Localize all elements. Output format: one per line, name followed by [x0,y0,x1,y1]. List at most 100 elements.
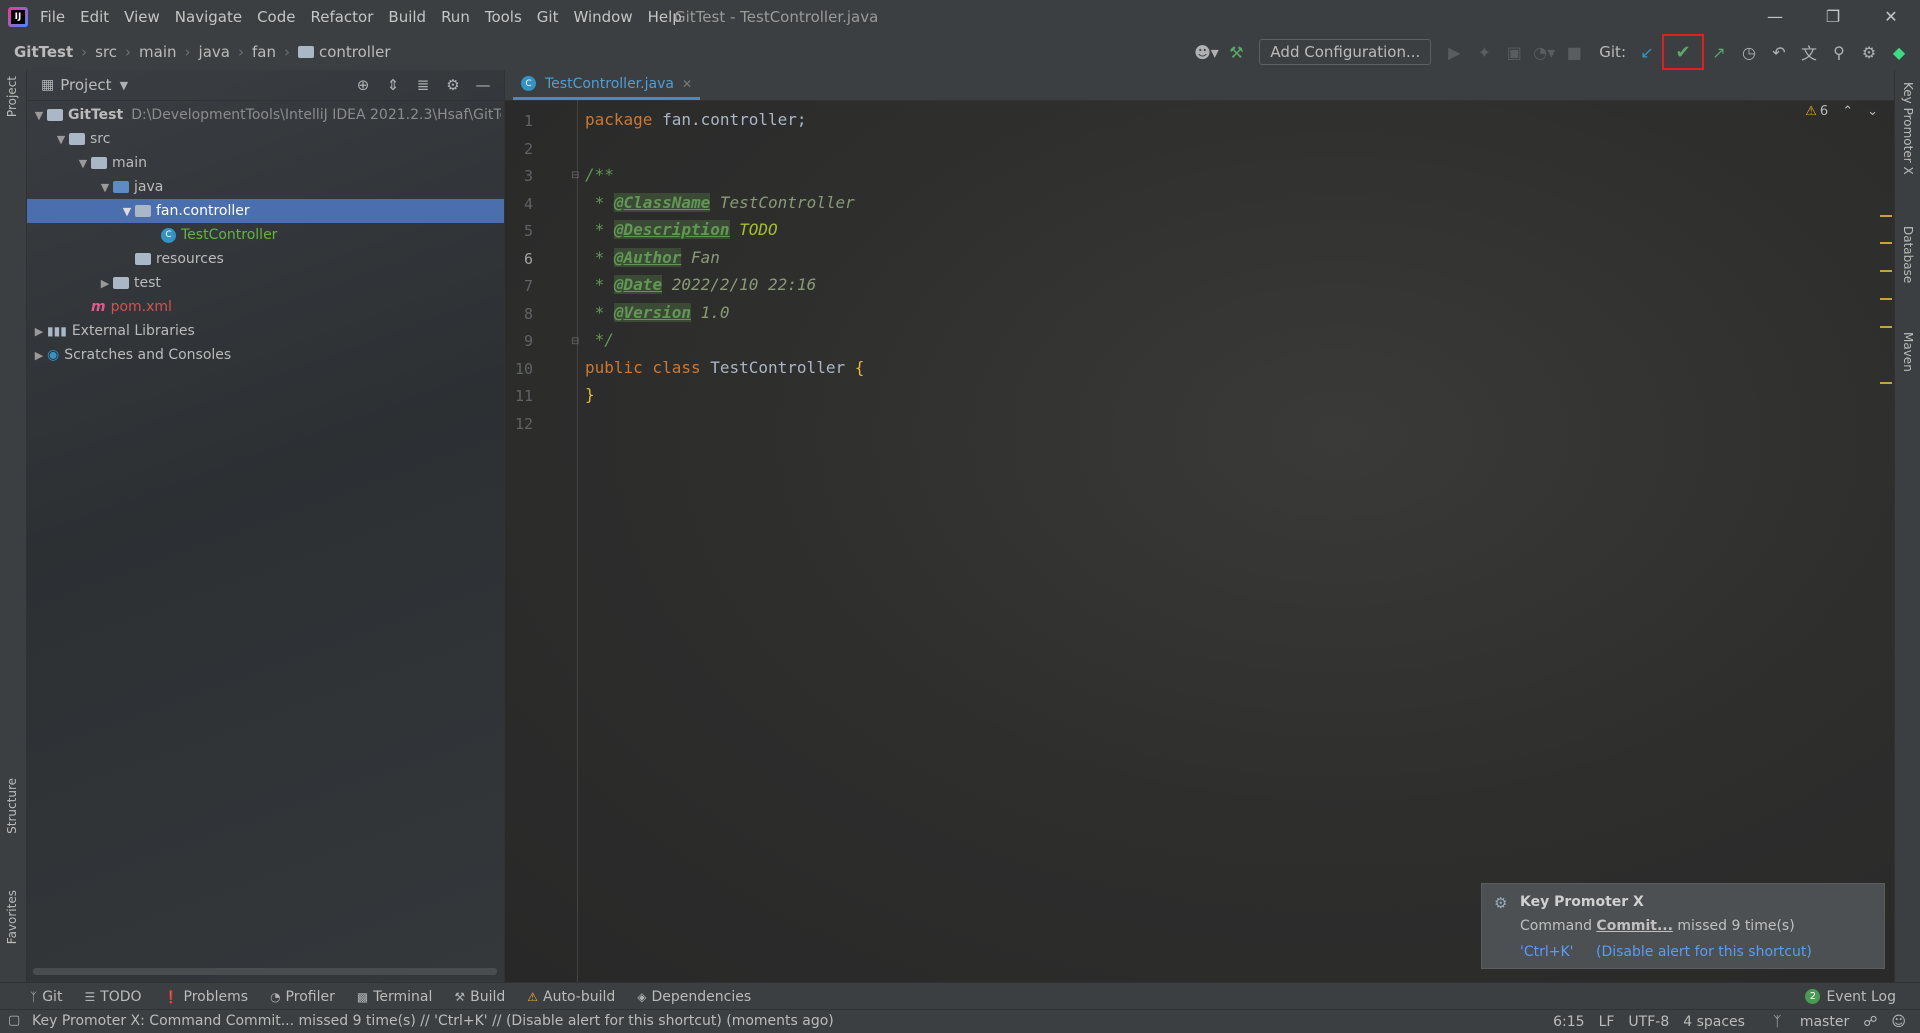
menu-view[interactable]: View [124,8,160,26]
menu-refactor[interactable]: Refactor [310,8,373,26]
favorites-tool-tab[interactable]: Favorites [5,890,19,944]
menu-build[interactable]: Build [388,8,426,26]
caret-position[interactable]: 6:15 [1553,1014,1584,1030]
tree-item-scratches[interactable]: ▶ ◉ Scratches and Consoles [27,343,504,367]
chevron-right-icon[interactable]: ▶ [97,277,113,290]
tree-item-gittest[interactable]: ▼ GitTest D:\DevelopmentTools\IntelliJ I… [27,103,504,127]
toggle-tool-windows-icon[interactable]: ▢ [8,1013,20,1028]
breadcrumb-project[interactable]: GitTest [14,43,73,61]
indent-setting[interactable]: 4 spaces [1683,1014,1745,1030]
fold-marker-icon[interactable]: ⊟ [571,170,579,181]
chevron-down-icon[interactable]: ▼ [31,109,47,122]
menu-git[interactable]: Git [537,8,559,26]
add-configuration-button[interactable]: Add Configuration... [1259,39,1432,65]
menu-window[interactable]: Window [573,8,632,26]
problems-tool-button[interactable]: ❗ Problems [164,989,248,1005]
breadcrumb-java[interactable]: java [199,43,230,61]
chevron-down-icon[interactable]: ▼ [75,157,91,170]
restore-icon[interactable]: ❐ [1804,0,1862,34]
database-tool-tab[interactable]: Database [1901,226,1915,283]
error-stripe[interactable] [1880,70,1894,982]
inspection-widget[interactable]: ⚠ 6 ⌃ ⌄ [1805,104,1878,119]
chevron-down-icon[interactable]: ▼ [53,133,69,146]
terminal-tool-button[interactable]: ▩ Terminal [357,989,433,1005]
toolbox-icon[interactable]: ◆ [1884,37,1914,67]
breadcrumb-src[interactable]: src [95,43,117,61]
build-tool-button[interactable]: ⚒ Build [454,989,505,1005]
project-tool-tab[interactable]: Project [5,76,19,117]
stop-icon[interactable]: ■ [1559,37,1589,67]
git-branch-widget[interactable]: ᛉ master [1759,1014,1849,1030]
structure-tool-tab[interactable]: Structure [5,778,19,834]
run-icon[interactable]: ▶ [1439,37,1469,67]
key-promoter-tool-tab[interactable]: Key Promoter X [1901,82,1915,175]
hide-panel-icon[interactable]: — [468,70,498,100]
event-log-button[interactable]: 2 Event Log [1805,983,1896,1010]
next-highlight-icon[interactable]: ⌄ [1867,104,1878,119]
shortcut-link[interactable]: 'Ctrl+K' [1520,944,1574,960]
expand-all-icon[interactable]: ⇕ [378,70,408,100]
status-message[interactable]: Key Promoter X: Command Commit... missed… [32,1013,834,1029]
settings-gear-icon[interactable]: ⚙ [1854,37,1884,67]
close-icon[interactable]: ✕ [1862,0,1920,34]
debug-icon[interactable]: ✦ [1469,37,1499,67]
memory-indicator-icon[interactable]: ☺ [1891,1014,1906,1030]
tree-item-src[interactable]: ▼ src [27,127,504,151]
disable-alert-link[interactable]: (Disable alert for this shortcut) [1596,944,1812,960]
breadcrumb-fan[interactable]: fan [252,43,276,61]
breadcrumb-controller[interactable]: controller [319,43,391,61]
file-encoding[interactable]: UTF-8 [1628,1014,1669,1030]
project-panel-title[interactable]: Project [60,76,111,94]
previous-highlight-icon[interactable]: ⌃ [1842,104,1853,119]
git-push-icon[interactable]: ↗ [1704,37,1734,67]
tree-item-testcontroller[interactable]: C TestController [27,223,504,247]
gear-icon[interactable]: ⚙ [438,70,468,100]
close-tab-icon[interactable]: ✕ [682,77,692,91]
git-tool-button[interactable]: ᛉ Git [30,989,62,1005]
rollback-icon[interactable]: ↶ [1764,37,1794,67]
command-link[interactable]: Commit... [1596,918,1673,934]
tree-item-pom[interactable]: m pom.xml [27,295,504,319]
menu-code[interactable]: Code [257,8,295,26]
search-icon[interactable]: ⚲ [1824,37,1854,67]
dependencies-tool-button[interactable]: ◈ Dependencies [637,989,751,1005]
tab-testcontroller[interactable]: C TestController.java ✕ [513,70,700,100]
lock-icon[interactable]: ☍ [1863,1014,1877,1030]
profile-icon[interactable]: ◔▾ [1529,37,1559,67]
git-update-icon[interactable]: ↙ [1632,37,1662,67]
tree-item-resources[interactable]: resources [27,247,504,271]
build-hammer-icon[interactable]: ⚒ [1221,37,1251,67]
translate-icon[interactable]: 文 [1794,37,1824,67]
profiler-tool-button[interactable]: ◔ Profiler [270,989,335,1005]
todo-tool-button[interactable]: ☰ TODO [84,989,141,1005]
chevron-down-icon[interactable]: ▼ [119,205,135,218]
tree-item-external-libraries[interactable]: ▶ ▮▮▮ External Libraries [27,319,504,343]
coverage-icon[interactable]: ▣ [1499,37,1529,67]
locate-file-icon[interactable]: ⊕ [348,70,378,100]
menu-tools[interactable]: Tools [485,8,522,26]
line-separator[interactable]: LF [1599,1014,1615,1030]
chevron-right-icon[interactable]: ▶ [31,349,47,362]
history-icon[interactable]: ◷ [1734,37,1764,67]
git-commit-icon[interactable]: ✔ [1662,34,1704,70]
collapse-all-icon[interactable]: ≣ [408,70,438,100]
fold-marker-icon[interactable]: ⊟ [571,336,579,347]
breadcrumb-main[interactable]: main [139,43,176,61]
maven-tool-tab[interactable]: Maven [1901,332,1915,372]
menu-run[interactable]: Run [441,8,470,26]
chevron-down-icon[interactable]: ▼ [120,79,128,92]
tree-item-fan-controller[interactable]: ▼ fan.controller [27,199,504,223]
menu-edit[interactable]: Edit [80,8,109,26]
key-promoter-notification: ⚙ Key Promoter X Command Commit... misse… [1481,883,1885,969]
user-dropdown-icon[interactable]: ☻▾ [1191,37,1221,67]
menu-navigate[interactable]: Navigate [175,8,242,26]
minimize-icon[interactable]: — [1746,0,1804,34]
tree-item-java[interactable]: ▼ java [27,175,504,199]
menu-file[interactable]: File [40,8,65,26]
chevron-down-icon[interactable]: ▼ [97,181,113,194]
tree-item-main[interactable]: ▼ main [27,151,504,175]
chevron-right-icon[interactable]: ▶ [31,325,47,338]
horizontal-scrollbar[interactable] [33,968,497,975]
auto-build-tool-button[interactable]: ⚠ Auto-build [527,989,615,1005]
tree-item-test[interactable]: ▶ test [27,271,504,295]
